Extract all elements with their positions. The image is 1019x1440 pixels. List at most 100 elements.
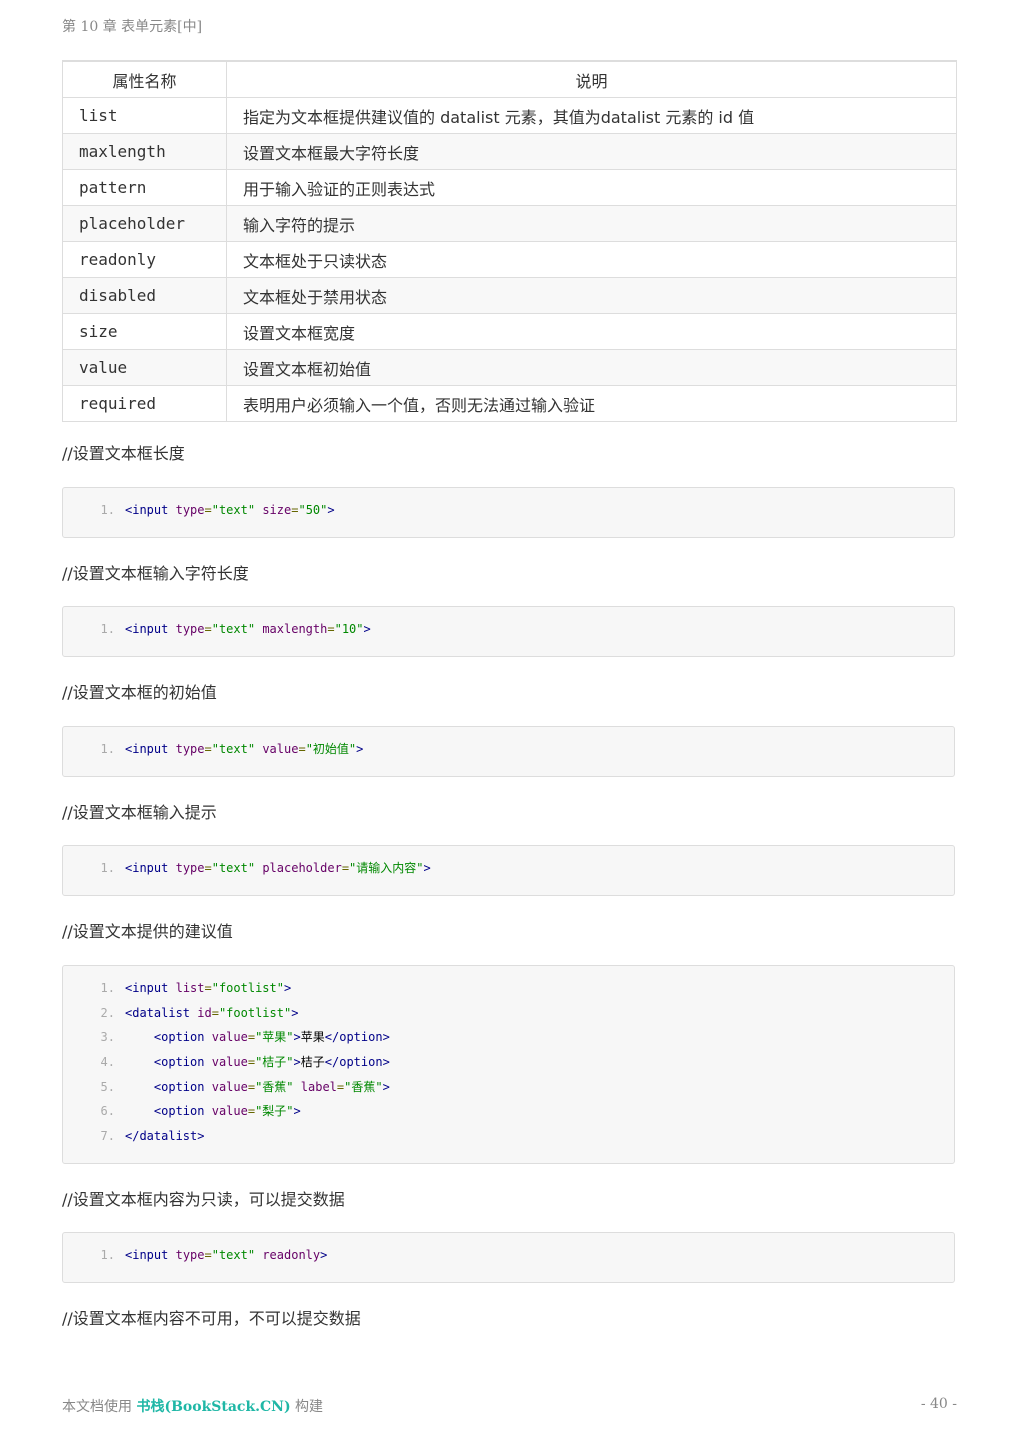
code-token: </option> bbox=[324, 1055, 390, 1070]
code-token: type bbox=[175, 742, 205, 756]
attribute-name: maxlength bbox=[62, 133, 227, 170]
code-comment: //设置文本框内容为只读，可以提交数据 bbox=[62, 1190, 345, 1209]
attribute-name: value bbox=[62, 349, 227, 386]
code-token: "footlist" bbox=[218, 1005, 292, 1020]
attribute-table: 属性名称 说明 list 指定为文本框提供建议值的 datalist 元素，其值为d… bbox=[62, 60, 957, 422]
code-token: = bbox=[204, 503, 212, 517]
code-token: = bbox=[247, 1055, 256, 1070]
code-token: value bbox=[211, 1055, 248, 1070]
table-row: placeholder 输入字符的提示 bbox=[62, 205, 957, 242]
attribute-name: required bbox=[62, 385, 227, 422]
code-line: 1. <input type="text" value="初始值"> bbox=[63, 739, 954, 764]
code-token: > bbox=[423, 861, 431, 875]
attribute-description: 设置文本框最大字符长度 bbox=[226, 133, 957, 170]
code-token: "香蕉" bbox=[255, 1079, 294, 1094]
code-line: 2. <datalist id="footlist"> bbox=[63, 1003, 954, 1028]
table-row: required 表明用户必须输入一个值，否则无法通过输入验证 bbox=[62, 385, 957, 422]
code-token: > bbox=[293, 1055, 301, 1070]
code-line: 6. <option value="梨子"> bbox=[63, 1101, 954, 1126]
line-number: 1. bbox=[100, 742, 115, 756]
code-token: "苹果" bbox=[255, 1030, 294, 1045]
line-number: 6. bbox=[100, 1104, 115, 1119]
code-token: > bbox=[363, 622, 371, 636]
code-token: value bbox=[211, 1104, 248, 1119]
attribute-description: 输入字符的提示 bbox=[226, 205, 957, 242]
code-token: "text" bbox=[211, 503, 256, 517]
code-token: "梨子" bbox=[255, 1104, 294, 1119]
code-token: type bbox=[175, 861, 205, 875]
code-token: "请输入内容" bbox=[349, 861, 424, 875]
column-header: 说明 bbox=[226, 60, 957, 98]
attribute-description: 设置文本框宽度 bbox=[226, 313, 957, 350]
line-number: 4. bbox=[100, 1055, 115, 1070]
line-number: 1. bbox=[100, 861, 115, 875]
code-token: "10" bbox=[334, 622, 364, 636]
line-number: 1. bbox=[100, 622, 115, 636]
attribute-name: list bbox=[62, 97, 227, 134]
page-number: - 40 - bbox=[920, 1396, 957, 1412]
code-comment: //设置文本框输入字符长度 bbox=[62, 564, 249, 583]
code-comment: //设置文本框输入提示 bbox=[62, 803, 217, 822]
line-number: 3. bbox=[100, 1030, 115, 1045]
footer-prefix: 本文档使用 bbox=[62, 1399, 137, 1415]
code-token: > bbox=[283, 981, 292, 995]
attribute-description: 表明用户必须输入一个值，否则无法通过输入验证 bbox=[226, 385, 957, 422]
footer-credit: 本文档使用 书栈(BookStack.CN) 构建 bbox=[62, 1396, 323, 1416]
code-token: type bbox=[175, 503, 205, 517]
attribute-description: 用于输入验证的正则表达式 bbox=[226, 169, 957, 206]
code-token: id bbox=[197, 1005, 212, 1020]
code-token: > bbox=[291, 1005, 299, 1020]
code-token: list bbox=[175, 981, 205, 995]
code-token: > bbox=[356, 742, 364, 756]
code-token: 苹果 bbox=[300, 1030, 325, 1045]
code-block: 1. <input type="text" readonly> bbox=[62, 1232, 955, 1283]
code-token: = bbox=[211, 1005, 219, 1020]
code-token: > bbox=[293, 1104, 301, 1119]
code-token: "初始值" bbox=[305, 742, 357, 756]
attribute-description: 设置文本框初始值 bbox=[226, 349, 957, 386]
table-row: value 设置文本框初始值 bbox=[62, 349, 957, 386]
table-row: size 设置文本框宽度 bbox=[62, 313, 957, 350]
code-comment: //设置文本框的初始值 bbox=[62, 683, 217, 702]
code-line: 7. </datalist> bbox=[63, 1126, 954, 1151]
code-token: = bbox=[204, 622, 212, 636]
code-token: = bbox=[204, 742, 212, 756]
line-number: 1. bbox=[100, 1248, 115, 1262]
code-block: 1. <input type="text" maxlength="10"> bbox=[62, 606, 955, 657]
code-token: = bbox=[204, 1248, 212, 1262]
code-line: 1. <input type="text" size="50"> bbox=[63, 500, 954, 525]
attribute-name: pattern bbox=[62, 169, 227, 206]
code-token: > bbox=[293, 1030, 301, 1045]
attribute-name: size bbox=[62, 313, 227, 350]
code-token: maxlength bbox=[262, 622, 328, 636]
code-token: <input bbox=[125, 622, 169, 636]
code-comment: //设置文本框内容不可用，不可以提交数据 bbox=[62, 1309, 361, 1328]
code-token: <option bbox=[153, 1104, 205, 1119]
code-token: = bbox=[327, 622, 335, 636]
code-token: readonly bbox=[262, 1248, 321, 1262]
code-token: "text" bbox=[211, 861, 256, 875]
code-line: 1. <input list="footlist"> bbox=[63, 978, 954, 1003]
code-token: <option bbox=[153, 1079, 205, 1094]
code-block: 1. <input type="text" placeholder="请输入内容"… bbox=[62, 845, 955, 896]
code-token: value bbox=[211, 1079, 248, 1094]
page: 第 10 章 表单元素[中] 属性名称 说明 list 指定为文本框提供建议值的 d… bbox=[0, 0, 1019, 1440]
table-row: disabled 文本框处于禁用状态 bbox=[62, 277, 957, 314]
bookstack-link[interactable]: 书栈(BookStack.CN) bbox=[136, 1399, 290, 1415]
chapter-header: 第 10 章 表单元素[中] bbox=[62, 19, 203, 35]
code-line: 5. <option value="香蕉" label="香蕉"> bbox=[63, 1077, 954, 1102]
attribute-description: 文本框处于禁用状态 bbox=[226, 277, 957, 314]
code-token: = bbox=[247, 1104, 256, 1119]
code-token: label bbox=[300, 1079, 337, 1094]
line-number: 5. bbox=[100, 1079, 115, 1094]
code-token: = bbox=[341, 861, 350, 875]
code-block: 1. <input type="text" value="初始值"> bbox=[62, 726, 955, 777]
